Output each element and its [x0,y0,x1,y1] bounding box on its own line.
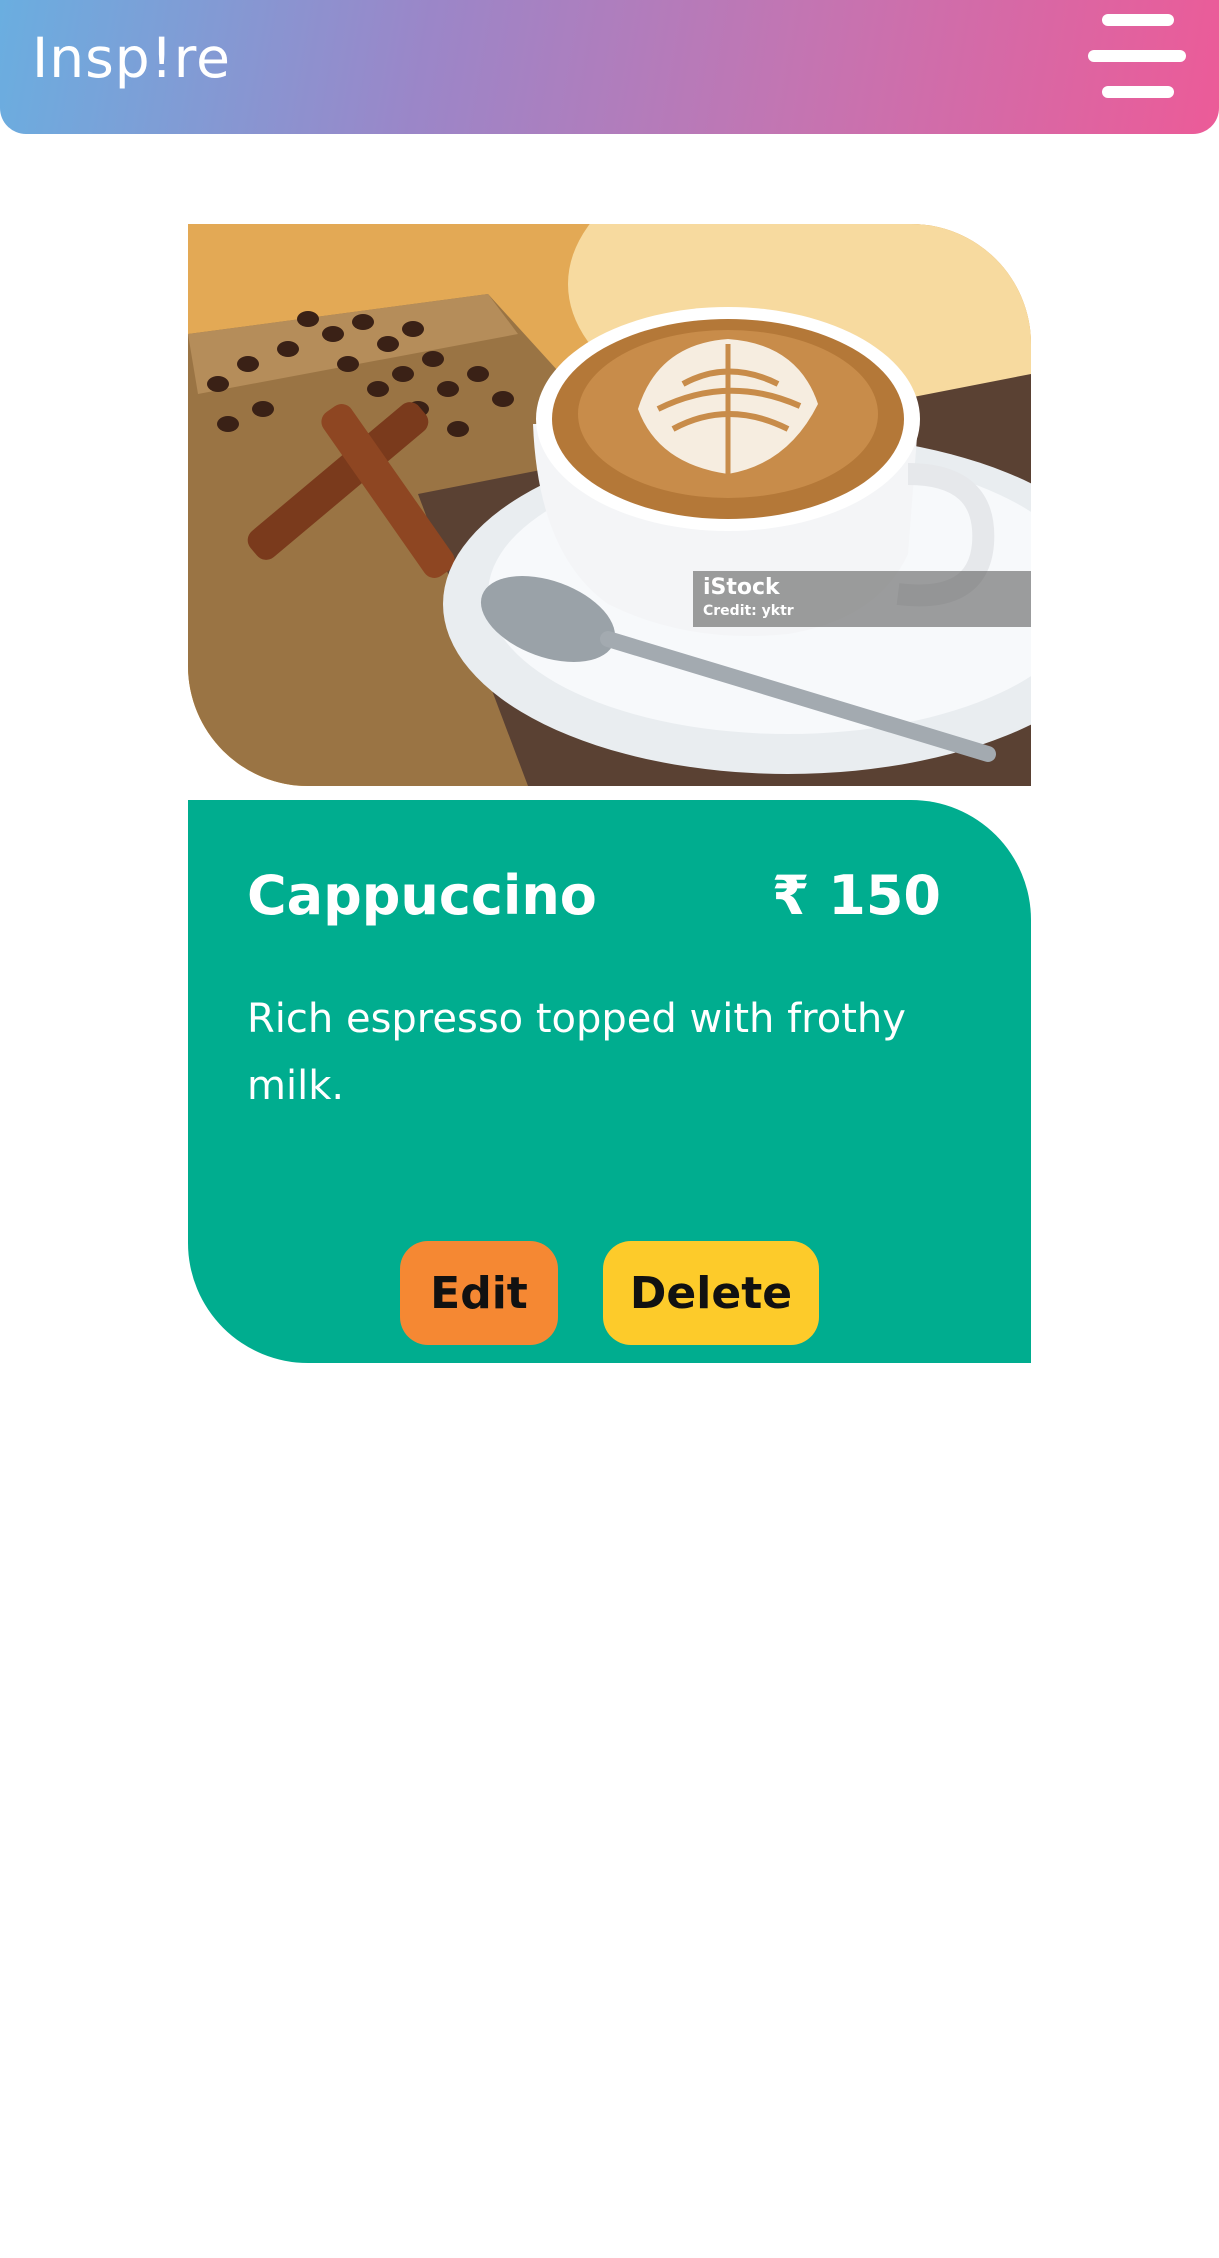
watermark-credit: Credit: yktr [703,603,794,619]
item-price: ₹ 150 [771,864,941,927]
brand-logo[interactable]: Insp!re [32,18,231,98]
menu-bar-top [1102,14,1174,26]
cappuccino-illustration [188,224,1031,786]
navbar: Insp!re [0,0,1219,134]
istock-watermark: iStock Credit: yktr [693,571,1031,627]
menu-bar-middle [1088,50,1186,62]
menu-item-card: iStock Credit: yktr Cappuccino ₹ 150 Ric… [188,224,1031,1363]
delete-button[interactable]: Delete [603,1241,819,1345]
item-title: Cappuccino [247,864,597,927]
menu-bar-bottom [1102,86,1174,98]
watermark-brand: iStock [703,575,780,600]
card-body: Cappuccino ₹ 150 Rich espresso topped wi… [188,800,1031,1363]
hamburger-menu-icon[interactable] [1086,12,1186,100]
item-description: Rich espresso topped with frothy milk. [247,996,906,1109]
cappuccino-photo: iStock Credit: yktr [188,224,1031,786]
edit-button[interactable]: Edit [400,1241,558,1345]
